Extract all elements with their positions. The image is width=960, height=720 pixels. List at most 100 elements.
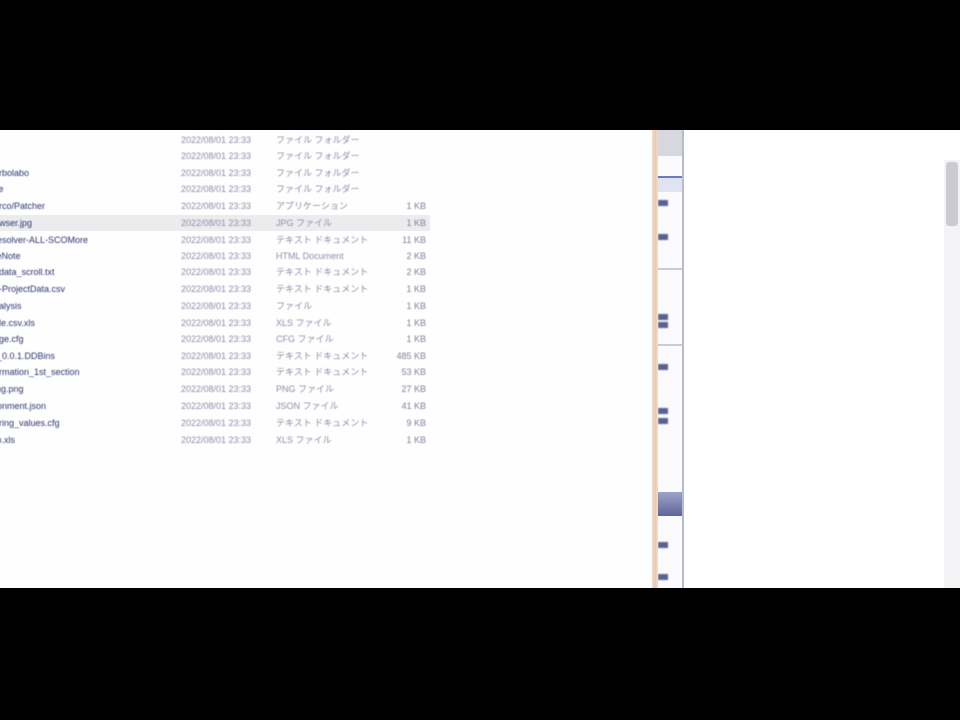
file-name: ole.csv.xls: [0, 318, 35, 328]
file-name: owser.jpg: [0, 218, 33, 228]
file-date: 2022/08/01 23:33: [181, 384, 252, 394]
file-name: fo.xls: [0, 435, 16, 445]
file-type: ファイル: [276, 301, 313, 311]
file-name: teNote: [0, 251, 21, 261]
preview-pane: [684, 130, 960, 588]
file-name: se: [0, 184, 4, 194]
file-date: 2022/08/01 23:33: [181, 318, 252, 328]
side-panel-marker: [658, 418, 668, 424]
side-panel-strip: [658, 130, 684, 588]
side-panel-marker: [658, 234, 668, 240]
file-type: テキスト ドキュメント: [276, 284, 369, 294]
file-date: 2022/08/01 23:33: [181, 267, 252, 277]
screen-area: s 2022/08/01 23:33 ファイル フォルダー e 2022/08/01 2…: [0, 130, 960, 588]
side-panel-marker: [658, 200, 668, 206]
file-row[interactable]: resolver-ALL-SCOMore 2022/08/01 23:33 テキスト…: [0, 232, 430, 248]
file-date: 2022/08/01 23:33: [181, 367, 252, 377]
scrollbar-thumb[interactable]: [946, 162, 958, 226]
file-row[interactable]: erco/Patcher 2022/08/01 23:33 アプリケーション 1 KB: [0, 198, 430, 214]
file-row[interactable]: _data_scroll.txt 2022/08/01 23:33 テキスト ドキュ…: [0, 264, 430, 280]
file-size: 1 KB: [406, 201, 426, 211]
file-name: p-ProjectData.csv: [0, 284, 66, 294]
file-size: 11 KB: [402, 235, 426, 245]
file-date: 2022/08/01 23:33: [181, 184, 252, 194]
file-date: 2022/08/01 23:33: [181, 401, 252, 411]
file-name: ormation_1st_section: [0, 367, 80, 377]
file-date: 2022/08/01 23:33: [181, 351, 252, 361]
file-name: orbolabo: [0, 168, 30, 178]
file-type: HTML Document: [276, 251, 344, 261]
file-row[interactable]: ronment.json 2022/08/01 23:33 JSON ファイル 41 …: [0, 398, 430, 414]
file-row[interactable]: ing.png 2022/08/01 23:33 PNG ファイル 27 KB: [0, 381, 430, 397]
file-date: 2022/08/01 23:33: [181, 435, 252, 445]
file-type: テキスト ドキュメント: [276, 267, 369, 277]
file-name: erco/Patcher: [0, 201, 46, 211]
file-type: テキスト ドキュメント: [276, 418, 369, 428]
file-type: ファイル フォルダー: [276, 135, 360, 145]
file-row[interactable]: p-ProjectData.csv 2022/08/01 23:33 テキスト ドキ…: [0, 281, 430, 297]
file-date: 2022/08/01 23:33: [181, 135, 252, 145]
file-name: ronment.json: [0, 401, 47, 411]
file-date: 2022/08/01 23:33: [181, 151, 252, 161]
file-name: oring_values.cfg: [0, 418, 60, 428]
side-panel-marker: [658, 314, 668, 320]
file-size: 1 KB: [406, 218, 426, 228]
side-panel-tab[interactable]: [658, 176, 682, 192]
file-type: テキスト ドキュメント: [276, 367, 369, 377]
file-size: 1 KB: [406, 435, 426, 445]
file-date: 2022/08/01 23:33: [181, 201, 252, 211]
file-date: 2022/08/01 23:33: [181, 235, 252, 245]
file-size: 1 KB: [406, 301, 426, 311]
file-type: テキスト ドキュメント: [276, 235, 369, 245]
file-row[interactable]: owser.jpg 2022/08/01 23:33 JPG ファイル 1 KB: [0, 215, 430, 231]
file-name: s: [0, 132, 169, 148]
file-size: 53 KB: [401, 367, 426, 377]
side-panel-marker: [658, 364, 668, 370]
side-panel-marker: [658, 574, 668, 580]
file-size: 1 KB: [406, 334, 426, 344]
file-name: ing.png: [0, 384, 24, 394]
file-date: 2022/08/01 23:33: [181, 218, 252, 228]
file-type: XLS ファイル: [276, 435, 332, 445]
file-row[interactable]: r_0.0.1.DDBins 2022/08/01 23:33 テキスト ドキュメン…: [0, 348, 430, 364]
file-size: 1 KB: [406, 284, 426, 294]
file-size: 485 KB: [396, 351, 426, 361]
file-date: 2022/08/01 23:33: [181, 251, 252, 261]
file-type: PNG ファイル: [276, 384, 335, 394]
side-panel-divider: [658, 268, 682, 270]
file-row[interactable]: teNote 2022/08/01 23:33 HTML Document 2 KB: [0, 248, 430, 264]
file-date: 2022/08/01 23:33: [181, 334, 252, 344]
file-type: アプリケーション: [276, 201, 348, 211]
file-type: ファイル フォルダー: [276, 168, 360, 178]
file-name: age.cfg: [0, 334, 24, 344]
file-type: JSON ファイル: [276, 401, 339, 411]
file-row[interactable]: ole.csv.xls 2022/08/01 23:33 XLS ファイル 1 KB: [0, 315, 430, 331]
file-name: resolver-ALL-SCOMore: [0, 235, 89, 245]
file-row[interactable]: age.cfg 2022/08/01 23:33 CFG ファイル 1 KB: [0, 331, 430, 347]
side-panel-marker: [658, 322, 668, 328]
file-name: _data_scroll.txt: [0, 267, 55, 277]
file-row[interactable]: se 2022/08/01 23:33 ファイル フォルダー: [0, 181, 430, 197]
side-panel-button[interactable]: [658, 492, 682, 516]
file-row[interactable]: nalysis 2022/08/01 23:33 ファイル 1 KB: [0, 298, 430, 314]
file-type: CFG ファイル: [276, 334, 334, 344]
file-row[interactable]: e 2022/08/01 23:33 ファイル フォルダー: [0, 148, 430, 164]
file-type: XLS ファイル: [276, 318, 332, 328]
file-row[interactable]: orbolabo 2022/08/01 23:33 ファイル フォルダー: [0, 165, 430, 181]
side-panel-marker: [658, 408, 668, 414]
file-row[interactable]: s 2022/08/01 23:33 ファイル フォルダー: [0, 132, 430, 148]
file-row[interactable]: fo.xls 2022/08/01 23:33 XLS ファイル 1 KB: [0, 432, 430, 448]
letterbox-top: [0, 0, 960, 130]
file-size: 1 KB: [406, 318, 426, 328]
file-date: 2022/08/01 23:33: [181, 418, 252, 428]
file-row[interactable]: ormation_1st_section 2022/08/01 23:33 テキスト…: [0, 364, 430, 380]
file-size: 2 KB: [406, 267, 426, 277]
file-type: ファイル フォルダー: [276, 151, 360, 161]
file-type: JPG ファイル: [276, 218, 333, 228]
file-name: nalysis: [0, 301, 22, 311]
letterbox-bottom: [0, 588, 960, 720]
side-panel-marker: [658, 542, 668, 548]
file-name: e: [0, 148, 169, 164]
file-size: 2 KB: [406, 251, 426, 261]
file-row[interactable]: oring_values.cfg 2022/08/01 23:33 テキスト ドキュ…: [0, 415, 430, 431]
